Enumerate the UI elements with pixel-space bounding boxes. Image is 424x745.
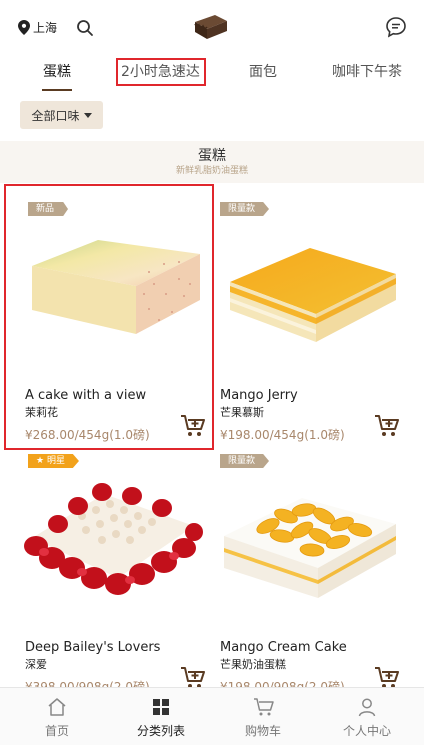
product-price: ¥198.00/454g(1.0磅) bbox=[220, 428, 345, 442]
product-name: Deep Bailey's Lovers bbox=[25, 640, 161, 655]
section-subtitle: 新鲜乳脂奶油蛋糕 bbox=[175, 166, 248, 176]
product-name: Mango Cream Cake bbox=[220, 640, 347, 655]
section-title: 蛋糕 bbox=[198, 148, 226, 164]
product-card[interactable]: ★ 明星 Deep Bailey's Lovers 深爱 ¥398.00/908… bbox=[6, 452, 205, 718]
section-header: 蛋糕 新鲜乳脂奶油蛋糕 bbox=[0, 141, 424, 183]
nav-home[interactable]: 首页 bbox=[4, 688, 110, 745]
product-image bbox=[230, 248, 396, 342]
star-icon: ★ bbox=[36, 456, 45, 466]
nav-category[interactable]: 分类列表 bbox=[108, 688, 214, 745]
product-name-cn: 芒果慕斯 bbox=[220, 406, 264, 419]
product-name-cn: 芒果奶油蛋糕 bbox=[220, 658, 286, 671]
user-icon bbox=[358, 698, 376, 717]
product-image bbox=[24, 483, 203, 595]
city-label: 上海 bbox=[33, 21, 58, 35]
brand-logo bbox=[194, 15, 227, 39]
product-badge-label: 明星 bbox=[46, 456, 65, 466]
product-card[interactable]: 限量款 Mango Cream Cake 芒果奶油蛋糕 ¥198.00/908g… bbox=[206, 452, 402, 718]
product-badge: ★ 明星 bbox=[28, 454, 79, 468]
highlight-box-tab bbox=[116, 58, 206, 86]
nav-cart[interactable]: 购物车 bbox=[210, 688, 316, 745]
product-name-cn: 深爱 bbox=[25, 658, 47, 671]
location-selector[interactable]: 上海 bbox=[18, 19, 57, 36]
nav-profile[interactable]: 个人中心 bbox=[314, 688, 420, 745]
tab-bread[interactable]: 面包 bbox=[249, 60, 277, 84]
message-icon[interactable] bbox=[385, 16, 407, 38]
home-icon bbox=[48, 698, 66, 716]
tab-cake[interactable]: 蛋糕 bbox=[43, 60, 71, 84]
nav-label: 购物车 bbox=[244, 724, 281, 738]
product-name: Mango Jerry bbox=[220, 388, 298, 403]
category-tabs: 蛋糕 2小时急速达 面包 咖啡下午茶 bbox=[0, 52, 424, 92]
search-icon[interactable] bbox=[76, 19, 94, 37]
top-bar: 上海 bbox=[0, 0, 424, 52]
product-card[interactable]: 限量款 Mango Jerry 芒果慕斯 ¥198.00/454g(1.0磅) bbox=[206, 186, 402, 452]
nav-label: 个人中心 bbox=[342, 724, 391, 738]
product-badge: 限量款 bbox=[220, 454, 270, 468]
cart-icon bbox=[254, 698, 274, 716]
flavor-filter-label: 全部口味 bbox=[31, 108, 80, 123]
highlight-box-product bbox=[4, 184, 214, 450]
caret-down-icon bbox=[83, 112, 92, 118]
bottom-nav: 首页 分类列表 购物车 个人中心 bbox=[0, 687, 424, 745]
active-tab-indicator bbox=[42, 89, 72, 91]
location-pin-icon bbox=[18, 20, 30, 35]
category-grid-icon bbox=[153, 699, 169, 715]
flavor-filter-button[interactable]: 全部口味 bbox=[20, 101, 103, 129]
product-image bbox=[224, 498, 396, 598]
product-badge: 限量款 bbox=[220, 202, 270, 216]
tab-coffee-tea[interactable]: 咖啡下午茶 bbox=[332, 60, 402, 84]
add-to-cart-icon[interactable] bbox=[374, 414, 400, 438]
nav-label: 分类列表 bbox=[136, 724, 185, 738]
nav-label: 首页 bbox=[44, 724, 69, 738]
